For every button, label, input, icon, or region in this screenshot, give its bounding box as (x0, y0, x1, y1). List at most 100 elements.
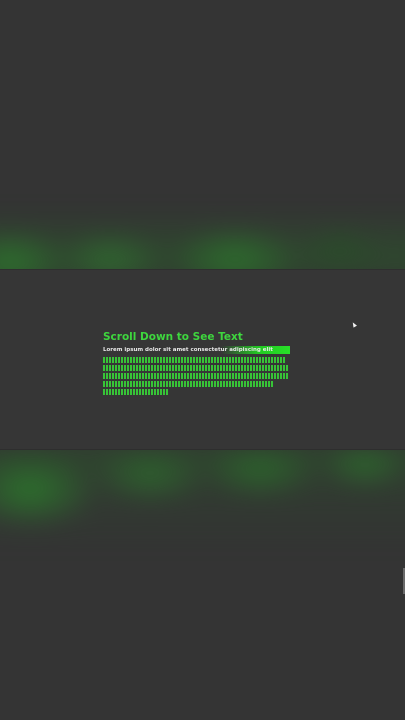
missing-glyph-box (157, 357, 159, 363)
missing-glyph-box (124, 357, 126, 363)
missing-glyph-box (157, 381, 159, 387)
missing-glyph-box (130, 389, 132, 395)
missing-glyph-box (130, 357, 132, 363)
missing-glyph-box (208, 381, 210, 387)
missing-glyph-box (232, 381, 234, 387)
missing-glyph-box (214, 373, 216, 379)
missing-glyph-box (121, 357, 123, 363)
missing-glyph-box (247, 365, 249, 371)
missing-glyph-box (187, 373, 189, 379)
missing-glyph-box (109, 381, 111, 387)
missing-glyph-box (232, 365, 234, 371)
missing-glyph-box (124, 389, 126, 395)
missing-glyph-box (109, 365, 111, 371)
missing-glyph-box (121, 373, 123, 379)
missing-glyph-box (169, 381, 171, 387)
missing-glyph-box (241, 357, 243, 363)
missing-glyph-box (154, 381, 156, 387)
missing-glyph-box (217, 373, 219, 379)
missing-glyph-box (103, 389, 105, 395)
missing-glyph-box (103, 357, 105, 363)
missing-glyph-box (163, 381, 165, 387)
glyph-row (103, 365, 293, 372)
missing-glyph-box (151, 381, 153, 387)
missing-glyph-box (241, 381, 243, 387)
missing-glyph-box (184, 373, 186, 379)
missing-glyph-box (151, 373, 153, 379)
missing-glyph-box (238, 365, 240, 371)
lorem-line: Lorem ipsum dolor sit amet consectetur a… (103, 346, 290, 354)
missing-glyph-box (271, 373, 273, 379)
missing-glyph-box (127, 357, 129, 363)
missing-glyph-box (256, 365, 258, 371)
text-section: Scroll Down to See Text Lorem ipsum dolo… (103, 331, 293, 397)
missing-glyph-box (178, 357, 180, 363)
missing-glyph-box (223, 381, 225, 387)
missing-glyph-box (211, 373, 213, 379)
missing-glyph-box (118, 365, 120, 371)
missing-glyph-box (127, 381, 129, 387)
missing-glyph-box (130, 373, 132, 379)
missing-glyph-box (193, 357, 195, 363)
missing-glyph-box (226, 357, 228, 363)
glyph-row (103, 373, 293, 380)
missing-glyph-box (199, 365, 201, 371)
missing-glyph-box (196, 357, 198, 363)
missing-glyph-box (139, 365, 141, 371)
missing-glyph-box (268, 381, 270, 387)
missing-glyph-box (223, 357, 225, 363)
missing-glyph-box (265, 373, 267, 379)
missing-glyph-box (271, 357, 273, 363)
missing-glyph-box (214, 365, 216, 371)
missing-glyph-box (160, 373, 162, 379)
missing-glyph-box (148, 357, 150, 363)
missing-glyph-box (160, 365, 162, 371)
missing-glyph-box (190, 357, 192, 363)
missing-glyph-box (250, 357, 252, 363)
missing-glyph-box (283, 373, 285, 379)
missing-glyph-box (154, 389, 156, 395)
missing-glyph-box (175, 381, 177, 387)
missing-glyph-box (247, 381, 249, 387)
missing-glyph-box (154, 373, 156, 379)
missing-glyph-box (208, 357, 210, 363)
missing-glyph-box (268, 357, 270, 363)
missing-glyph-box (142, 381, 144, 387)
missing-glyph-box (226, 373, 228, 379)
missing-glyph-box (136, 365, 138, 371)
missing-glyph-box (184, 381, 186, 387)
missing-glyph-box (178, 373, 180, 379)
missing-glyph-box (196, 365, 198, 371)
missing-glyph-box (130, 365, 132, 371)
missing-glyph-box (127, 373, 129, 379)
missing-glyph-box (112, 357, 114, 363)
missing-glyph-box (268, 365, 270, 371)
missing-glyph-box (202, 357, 204, 363)
missing-glyph-box (151, 389, 153, 395)
missing-glyph-box (244, 357, 246, 363)
missing-glyph-box (121, 365, 123, 371)
missing-glyph-box (217, 365, 219, 371)
missing-glyph-box (274, 357, 276, 363)
missing-glyph-box (208, 365, 210, 371)
missing-glyph-box (280, 373, 282, 379)
missing-glyph-box (178, 381, 180, 387)
missing-glyph-box (130, 381, 132, 387)
missing-glyph-box (235, 357, 237, 363)
missing-glyph-box (139, 373, 141, 379)
missing-glyph-box (154, 357, 156, 363)
missing-glyph-box (265, 365, 267, 371)
missing-glyph-box (244, 381, 246, 387)
missing-glyph-box (148, 373, 150, 379)
missing-glyph-box (157, 389, 159, 395)
missing-glyph-box (190, 381, 192, 387)
missing-glyph-box (139, 381, 141, 387)
missing-glyph-box (145, 373, 147, 379)
missing-glyph-box (250, 373, 252, 379)
missing-glyph-box (160, 357, 162, 363)
missing-glyph-box (232, 373, 234, 379)
missing-glyph-box (124, 381, 126, 387)
missing-glyph-box (214, 357, 216, 363)
missing-glyph-box (220, 365, 222, 371)
missing-glyph-box (202, 373, 204, 379)
